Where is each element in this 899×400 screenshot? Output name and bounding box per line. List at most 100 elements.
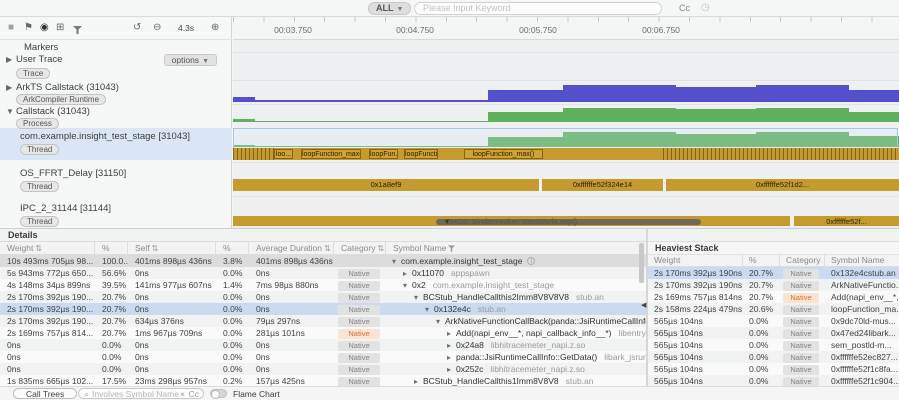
time-ruler[interactable]: 00:03.750 00:04.750 00:05.750 00:06.750 (233, 17, 899, 40)
heaviest-stack-row[interactable]: 2s 170ms 392µs 190ns20.7%NativeArkNative… (648, 279, 899, 291)
column-header-self-pct[interactable]: % (216, 242, 249, 254)
column-header-weight[interactable]: Weight⇅ (0, 242, 95, 254)
match-case-button[interactable]: Cc (189, 389, 199, 399)
details-table-row[interactable]: 2s 170ms 392µs 190...20.7%0ns0.0%0nsNati… (0, 303, 646, 315)
flame-chart-toggle[interactable] (210, 389, 227, 398)
chevron-right-icon[interactable]: ▸ (447, 328, 456, 339)
flame-frame[interactable]: loopFuncti... (404, 149, 438, 159)
details-table-row[interactable]: 2s 169ms 757µs 814...20.7%1ms 967µs 709n… (0, 327, 646, 339)
horizontal-scrollbar[interactable] (436, 219, 701, 225)
chevron-down-icon[interactable]: ▾ (425, 304, 434, 315)
bottom-toolbar: Call Trees ⌕Involves Symbol Name × Cc Fl… (0, 386, 899, 400)
match-case-button[interactable]: Cc (679, 3, 690, 13)
column-header-self[interactable]: Self⇅ (128, 242, 216, 254)
heaviest-stack-row[interactable]: 565µs 104ns0.0%Native0x47ed24libark... (648, 327, 899, 339)
cell: 0.0% (216, 267, 249, 279)
chevron-right-icon[interactable]: ▸ (403, 268, 412, 279)
flame-frame[interactable]: loopFunction_max() (301, 149, 361, 159)
flame-frame[interactable]: loopFunction_max() (464, 149, 543, 159)
symbol-cell: ▸panda::JsiRuntimeCallInfo::GetData()lib… (386, 351, 646, 363)
details-table-row[interactable]: 5s 943ms 772µs 650...56.6%0ns0.0%0nsNati… (0, 267, 646, 279)
track-arkts-callstack[interactable]: ▶ArkTS Callstack (31043) (6, 82, 119, 93)
flame-frame[interactable]: 0xffffffe52f324e14 (542, 179, 663, 191)
chevron-right-icon[interactable]: ▸ (447, 364, 456, 375)
flag-icon[interactable]: ⚑ (24, 21, 33, 35)
call-trees-button[interactable]: Call Trees (13, 388, 77, 399)
symbol-cell: ▸0x252clibhitracemeter_napi.z.so (386, 363, 646, 375)
cell: 0ns (249, 303, 334, 315)
flame-frame[interactable]: 0x1a8ef9 (233, 179, 539, 191)
details-table-row[interactable]: 4s 148ms 34µs 899ns39.5%141ms 977µs 607n… (0, 279, 646, 291)
cell: 4s 148ms 34µs 899ns (0, 279, 95, 291)
flame-frame[interactable]: loopFun... (369, 149, 398, 159)
arkts-callstack-activity[interactable] (233, 85, 899, 102)
details-table-row[interactable]: 2s 170ms 392µs 190...20.7%634µs 376ns0.0… (0, 315, 646, 327)
filter-icon[interactable] (73, 24, 82, 38)
record-icon[interactable]: ◉ (40, 21, 49, 35)
column-header-pct[interactable]: % (95, 242, 128, 254)
chevron-right-icon[interactable]: ▶ (6, 83, 16, 92)
chevron-down-icon[interactable]: ▼ (6, 107, 16, 116)
heaviest-stack-row[interactable]: 2s 170ms 392µs 190ns20.7%Native0x132e4cs… (648, 267, 899, 279)
track-callstack[interactable]: ▼Callstack (31043) (6, 106, 90, 117)
callstack-activity[interactable] (233, 108, 899, 122)
flame-frame[interactable]: 0xffffffe52f1d2... (666, 179, 899, 191)
clear-icon[interactable]: × (180, 389, 185, 399)
details-table-row[interactable]: 0ns0.0%0ns0.0%0nsNative▸panda::JsiRuntim… (0, 351, 646, 363)
filter-icon[interactable] (448, 244, 455, 253)
heaviest-stack-row[interactable]: 565µs 104ns0.0%Native0xffffffe52ec827... (648, 351, 899, 363)
cell: 2s 170ms 392µs 190ns (648, 267, 743, 279)
chevron-right-icon[interactable]: ▸ (447, 352, 456, 363)
track-thread-ffrt[interactable]: OS_FFRT_Delay [31150] (20, 168, 126, 179)
flame-frame[interactable]: loo... (274, 149, 293, 159)
track-thread-ipc[interactable]: IPC_2_31144 [31144] (20, 203, 111, 214)
column-header-weight[interactable]: Weight (648, 255, 743, 266)
history-icon[interactable]: ◷ (701, 2, 710, 13)
flame-frame[interactable]: 0xffffffe52f... (794, 216, 899, 226)
column-header-symbol[interactable]: Symbol Name (386, 242, 646, 254)
details-table-row[interactable]: 2s 170ms 392µs 190...20.7%0ns0.0%0nsNati… (0, 291, 646, 303)
timeline-canvas[interactable]: loo... loopFunction_max() loopFun... loopFu… (233, 40, 899, 228)
options-dropdown[interactable]: options▼ (164, 54, 217, 66)
heaviest-stack-row[interactable]: 2s 169ms 757µs 814ns20.7%NativeAdd(napi_… (648, 291, 899, 303)
collapse-chevron-icon[interactable]: ▾ (445, 217, 449, 226)
heaviest-stack-row[interactable]: 565µs 104ns0.0%Native0xffffffe52f1c8fa..… (648, 363, 899, 375)
chevron-down-icon[interactable]: ▾ (392, 256, 401, 267)
chevron-right-icon[interactable]: ▸ (447, 340, 456, 351)
column-header-symbol[interactable]: Symbol Name (825, 255, 899, 266)
chevron-down-icon[interactable]: ▾ (414, 292, 423, 303)
symbol-search-input[interactable]: ⌕Involves Symbol Name × Cc (78, 388, 204, 399)
track-user-trace[interactable]: ▶User Trace (6, 54, 62, 65)
scope-filter-dropdown[interactable]: ALL▼ (368, 2, 411, 15)
track-thread-main[interactable]: com.example.insight_test_stage [31043] (20, 131, 190, 142)
column-header-avg[interactable]: Average Duration⇅ (249, 242, 334, 254)
column-header-category[interactable]: Category⇅ (334, 242, 386, 254)
flame-strip-thread[interactable]: loo... loopFunction_max() loopFun... loopFu… (233, 148, 899, 160)
category-badge: Native (338, 341, 380, 351)
heaviest-stack-row[interactable]: 565µs 104ns0.0%Native0x9dc70ld-mus... (648, 315, 899, 327)
search-icon: ⌕ (84, 389, 89, 399)
heaviest-stack-row[interactable]: 2s 158ms 224µs 479ns20.6%NativeloopFunct… (648, 303, 899, 315)
details-table-row[interactable]: 10s 493ms 705µs 98...100.0...401ms 898µs… (0, 255, 646, 267)
flame-strip-ffrt[interactable]: 0x1a8ef90xffffffe52f324e140xffffffe52f1d… (233, 179, 899, 191)
track-markers[interactable]: Markers (24, 42, 58, 53)
zoom-in-icon[interactable]: ⊕ (211, 21, 219, 35)
chevron-down-icon[interactable]: ▾ (436, 316, 445, 327)
chevron-right-icon[interactable]: ▶ (6, 55, 16, 64)
capture-icon[interactable]: ⊞ (56, 21, 64, 35)
column-header-pct[interactable]: % (743, 255, 780, 266)
reset-zoom-icon[interactable]: ↺ (133, 21, 141, 35)
splitter-collapse-handle[interactable]: ◀ (641, 301, 646, 309)
category-cell: Native (780, 315, 825, 327)
details-table-row[interactable]: 0ns0.0%0ns0.0%0nsNative▸0x252clibhitrace… (0, 363, 646, 375)
vertical-scrollbar[interactable] (639, 243, 644, 283)
column-header-category[interactable]: Category (780, 255, 825, 266)
details-table-row[interactable]: 0ns0.0%0ns0.0%0nsNative▸0x24a8libhitrace… (0, 339, 646, 351)
stop-icon[interactable]: ■ (8, 21, 14, 35)
library-name: appspawn (451, 268, 490, 278)
library-name: libentry.so (618, 328, 646, 338)
chevron-down-icon[interactable]: ▾ (403, 280, 412, 291)
zoom-out-icon[interactable]: ⊖ (153, 21, 161, 35)
heaviest-stack-row[interactable]: 565µs 104ns0.0%Nativesem_postld-m... (648, 339, 899, 351)
keyword-search-input[interactable]: Please Input Keyword (414, 2, 662, 15)
